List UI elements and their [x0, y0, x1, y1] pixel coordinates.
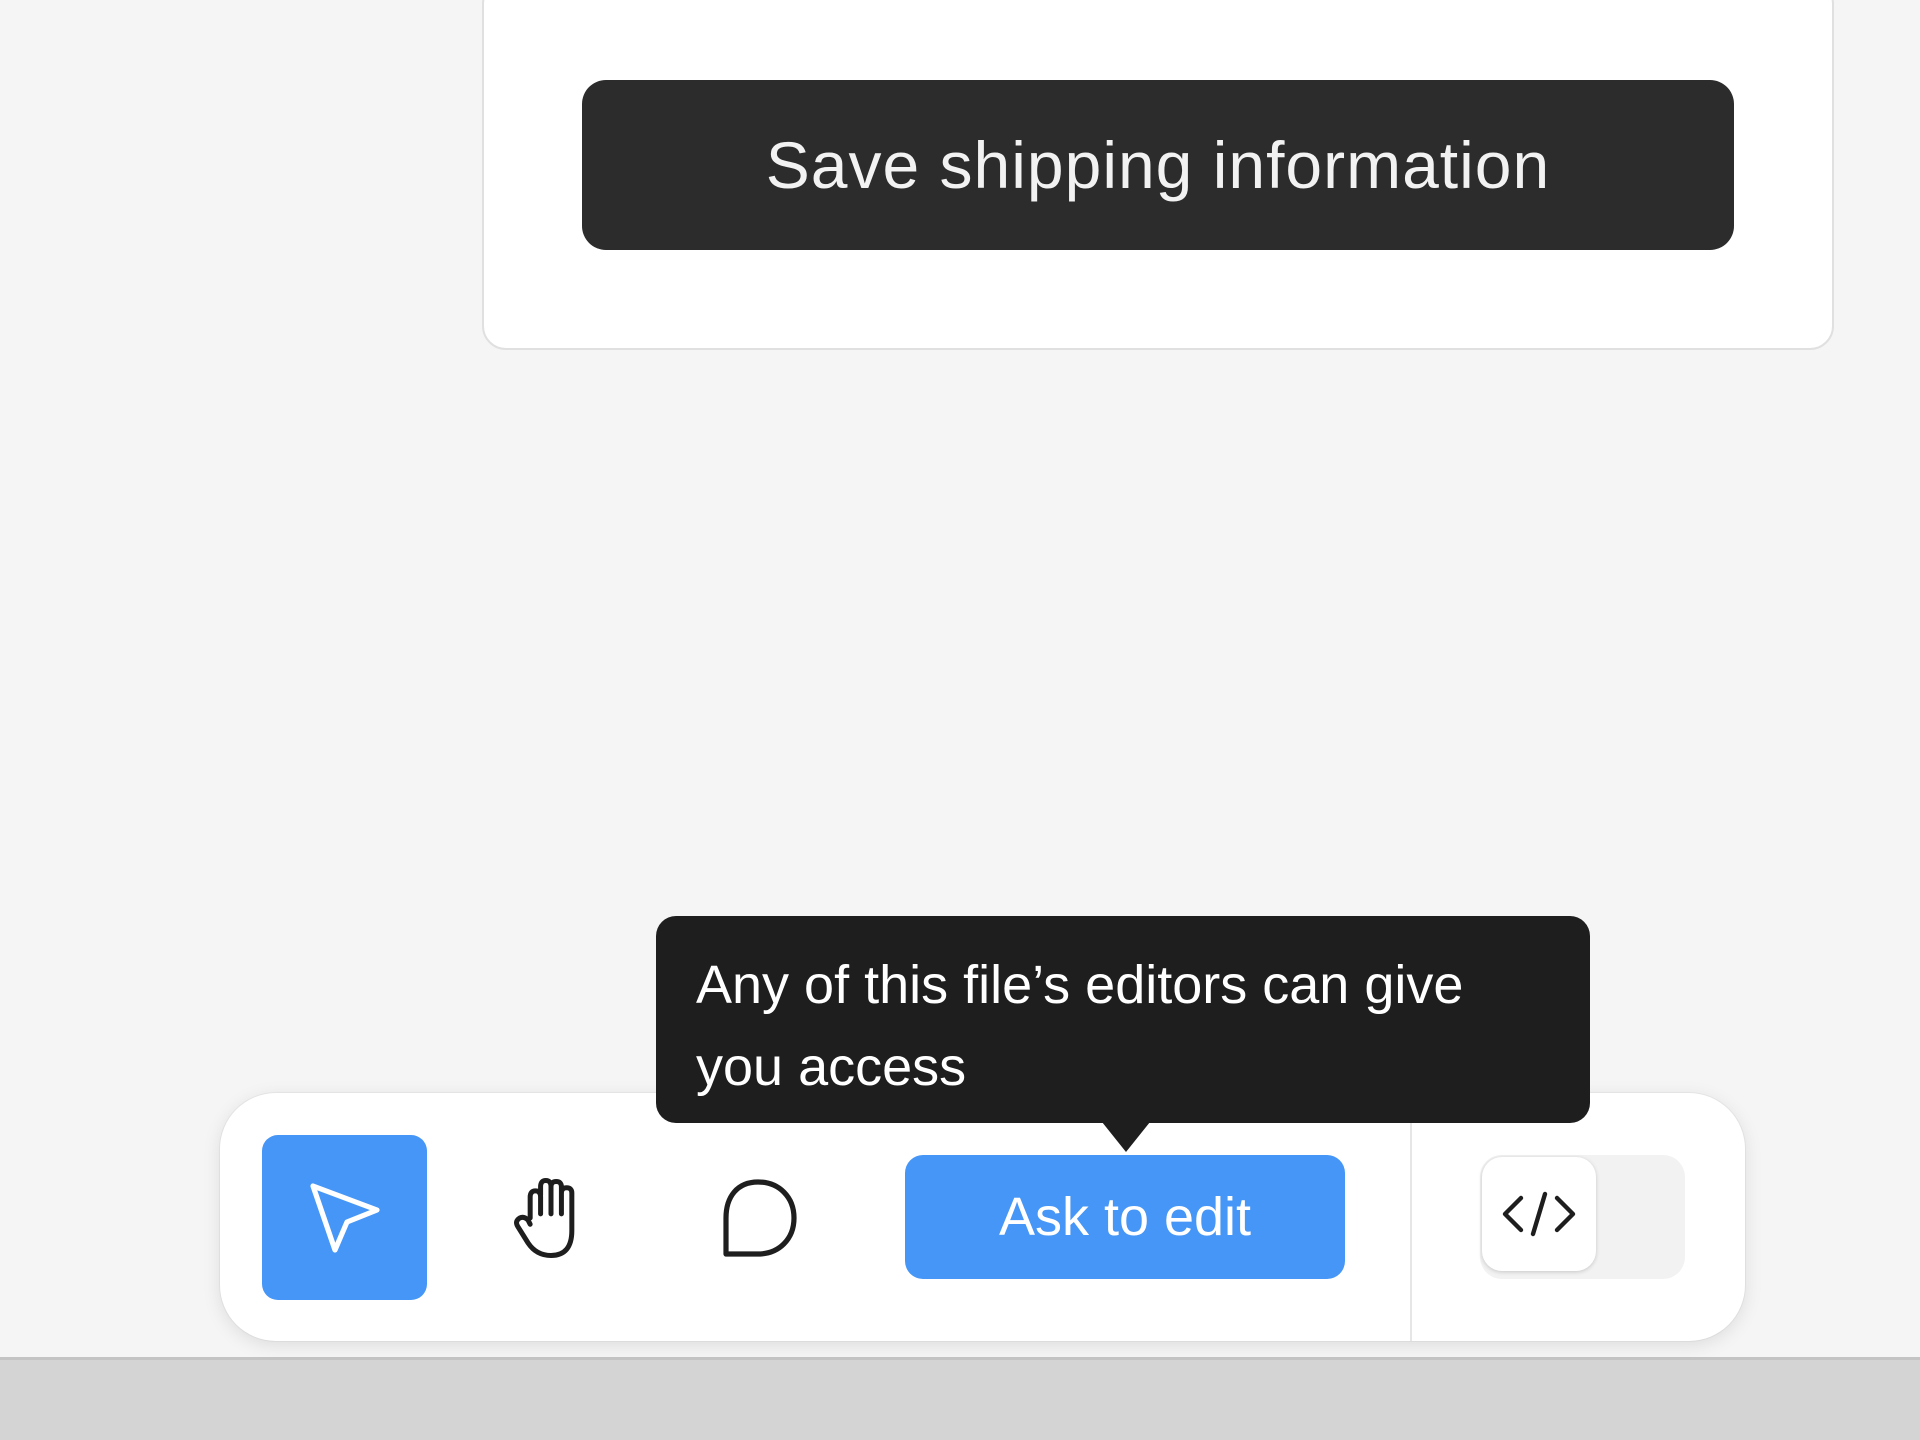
tooltip-arrow	[1102, 1122, 1150, 1152]
toolbar-divider	[1410, 1123, 1412, 1341]
save-shipping-button[interactable]: Save shipping information	[582, 80, 1734, 250]
hand-icon	[513, 1177, 574, 1258]
comment-tool-button[interactable]	[675, 1135, 840, 1300]
hand-tool-button[interactable]	[468, 1135, 633, 1300]
move-tool-button[interactable]	[262, 1135, 427, 1300]
dev-mode-toggle[interactable]	[1480, 1155, 1685, 1279]
comment-bubble-icon	[722, 1178, 797, 1257]
cursor-arrow-icon	[309, 1182, 380, 1253]
canvas: Save shipping information Ask to edit An…	[0, 0, 1920, 1360]
dev-mode-knob[interactable]	[1482, 1157, 1596, 1271]
code-brackets-icon	[1502, 1191, 1576, 1237]
ask-to-edit-button[interactable]: Ask to edit	[905, 1155, 1345, 1279]
bottom-bar	[0, 1360, 1920, 1440]
access-tooltip: Any of this file’s editors can give you …	[656, 916, 1590, 1123]
bottom-toolbar: Ask to edit	[220, 1093, 1745, 1341]
